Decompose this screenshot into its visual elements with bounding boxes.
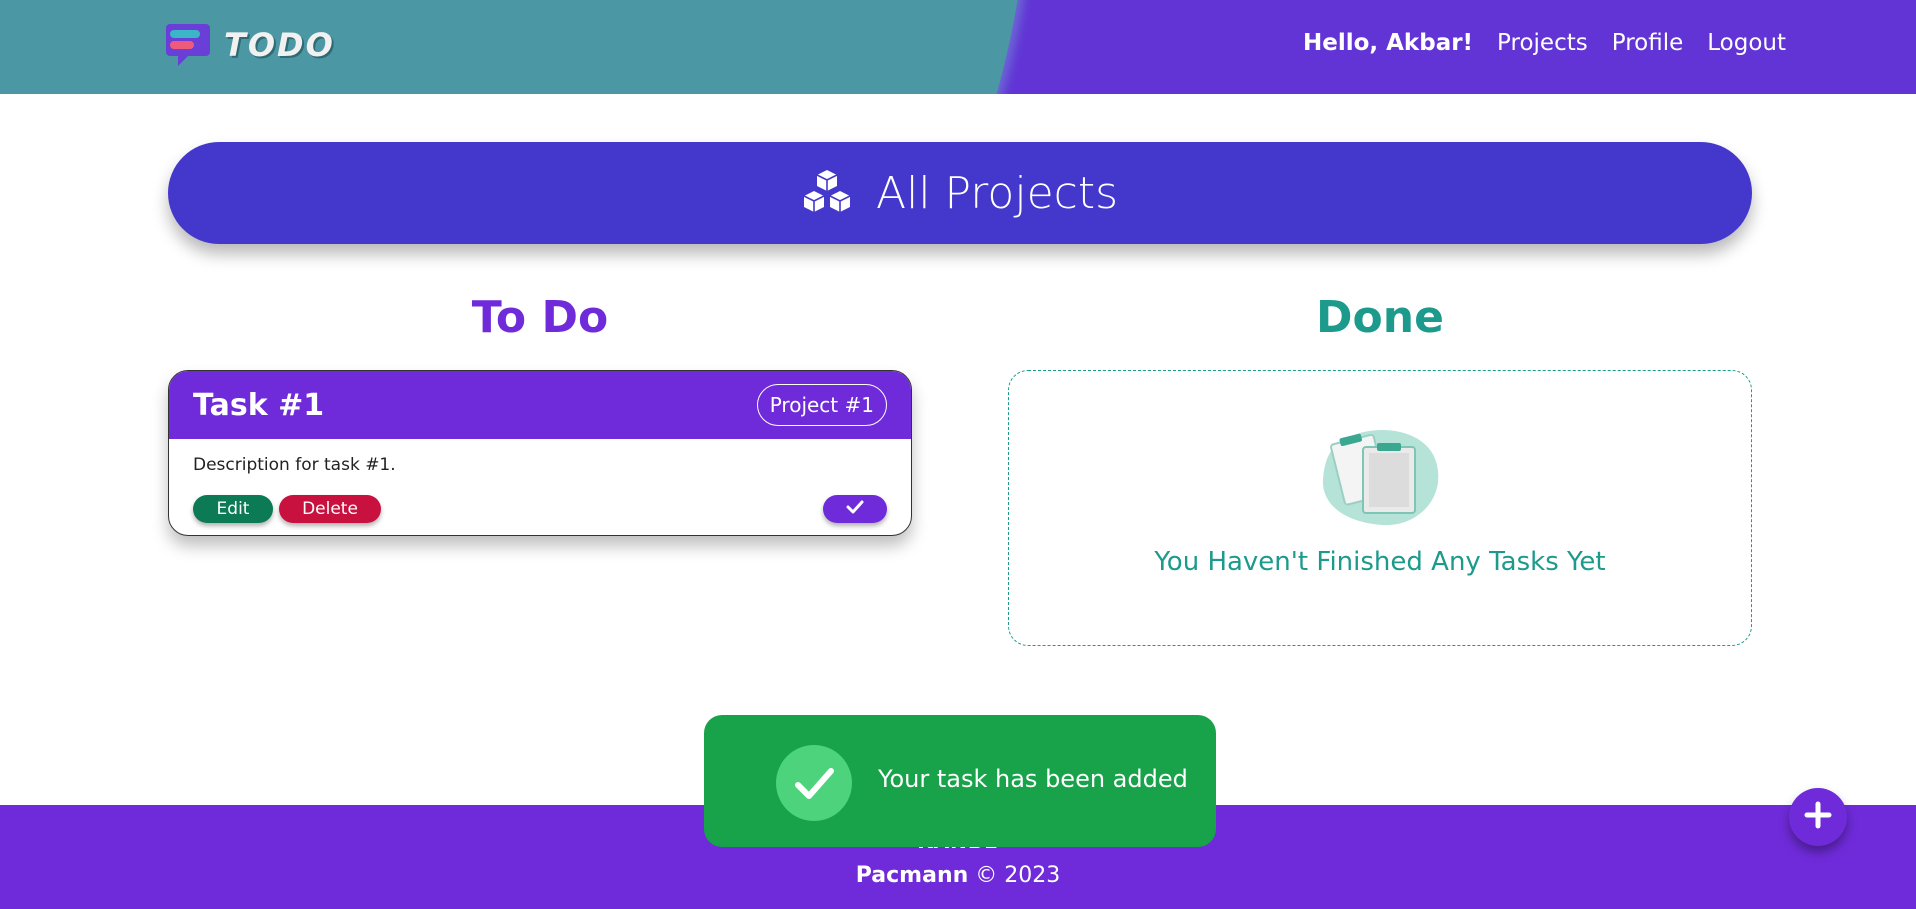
brand-logo[interactable]: TODO	[166, 22, 335, 68]
user-greeting: Hello, Akbar!	[1302, 30, 1474, 56]
nav-link-profile[interactable]: Profile	[1612, 30, 1684, 56]
chat-bubble-logo-icon	[166, 22, 210, 68]
clipboards-illustration	[1319, 427, 1443, 531]
empty-state-message: You Haven't Finished Any Tasks Yet	[1154, 547, 1606, 577]
logo-text: TODO	[224, 26, 335, 64]
add-task-button[interactable]	[1789, 788, 1847, 846]
page-title-banner: All Projects	[168, 142, 1752, 244]
footer-brand: Pacmann	[855, 863, 969, 888]
header-teal-curve	[0, 0, 1030, 94]
plus-icon	[1803, 800, 1833, 834]
done-column-dropzone: You Haven't Finished Any Tasks Yet	[1008, 370, 1752, 646]
task-description: Description for task #1.	[193, 455, 396, 475]
nav-link-logout[interactable]: Logout	[1707, 30, 1786, 56]
top-navbar: TODO Hello, Akbar! Projects Profile Logo…	[0, 0, 1916, 94]
check-circle-icon	[776, 745, 852, 821]
edit-task-button[interactable]: Edit	[193, 495, 273, 523]
footer-copyright-text: © 2023	[975, 863, 1061, 888]
page-title: All Projects	[876, 167, 1118, 219]
success-toast: Your task has been added	[704, 715, 1216, 847]
toast-message: Your task has been added	[878, 765, 1188, 793]
footer-copyright: Pacmann © 2023	[0, 863, 1916, 888]
done-column-title: Done	[1316, 292, 1444, 343]
check-icon	[846, 499, 864, 519]
task-title: Task #1	[193, 387, 325, 423]
project-badge[interactable]: Project #1	[756, 384, 887, 426]
delete-task-button[interactable]: Delete	[279, 495, 381, 523]
nav-link-projects[interactable]: Projects	[1497, 30, 1588, 56]
cubes-icon	[802, 169, 852, 217]
todo-column-title: To Do	[471, 292, 609, 343]
complete-task-button[interactable]	[823, 495, 887, 523]
task-card: Task #1 Project #1 Description for task …	[168, 370, 912, 536]
nav-menu: Hello, Akbar! Projects Profile Logout	[1303, 30, 1786, 56]
task-card-header: Task #1 Project #1	[169, 371, 911, 439]
